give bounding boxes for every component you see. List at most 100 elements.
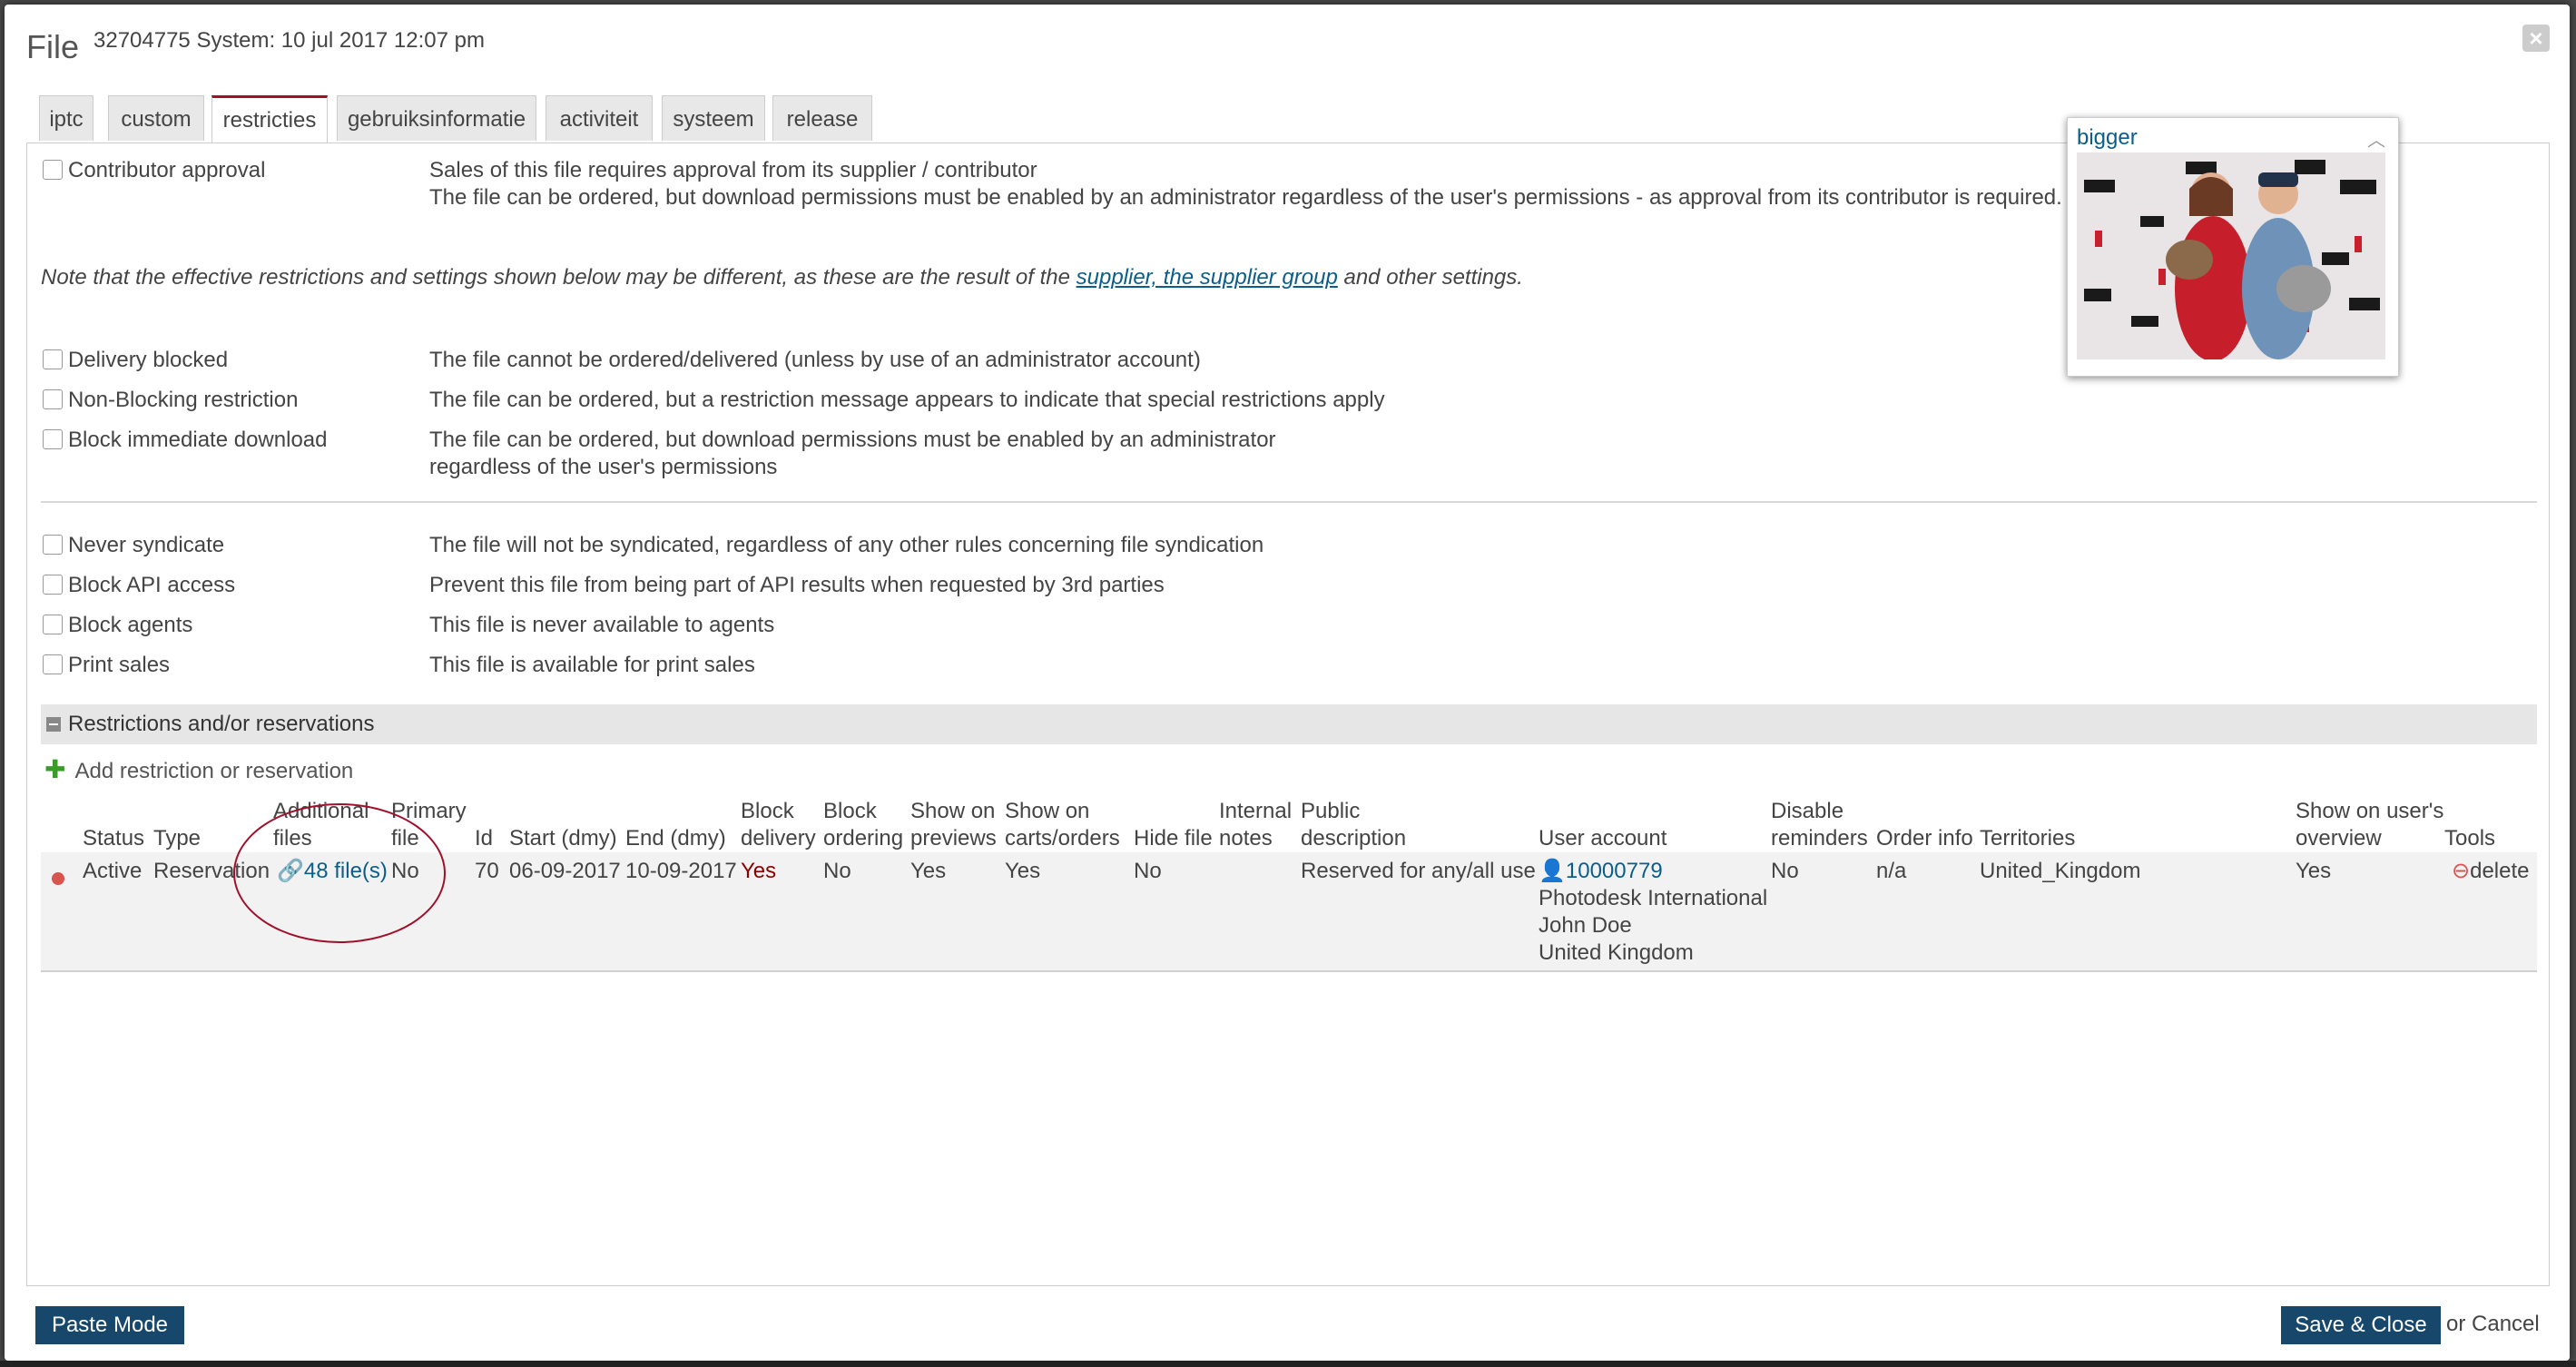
section-title: Restrictions and/or reservations [68,712,375,736]
block-api-checkbox[interactable] [43,575,63,595]
contributor-approval-desc-2: The file can be ordered, but download pe… [429,185,2062,210]
collapse-icon[interactable] [46,717,61,732]
col-show-user-overview: Show on user's [2296,799,2444,823]
tab-release[interactable]: release [772,95,872,141]
row-show-user-overview: Yes [2296,859,2332,883]
preview-photo[interactable] [2077,152,2385,359]
block-download-desc-2: regardless of the user's permissions [429,455,778,479]
paste-mode-button[interactable]: Paste Mode [35,1306,184,1344]
col-show-previews: Show on [910,799,996,823]
col-block-delivery: Block [741,799,794,823]
delivery-blocked-desc: The file cannot be ordered/delivered (un… [429,348,1201,372]
user-account-link[interactable]: 10000779 [1566,859,1663,883]
plus-icon: ✚ [44,755,66,783]
row-order-info: n/a [1876,859,1907,883]
row-id: 70 [475,859,499,883]
delivery-blocked-checkbox[interactable] [43,349,63,369]
block-api-row: Block API access [43,572,235,599]
print-sales-desc: This file is available for print sales [429,653,755,677]
tab-custom[interactable]: custom [108,95,204,141]
row-territories: United_Kingdom [1980,859,2141,883]
row-public-description: Reserved for any/all use [1301,859,1536,883]
add-restriction-link[interactable]: ✚ Add restriction or reservation [44,754,353,784]
supplier-group-link[interactable]: supplier, the supplier group [1077,265,1338,290]
note-text-end: and other settings. [1337,265,1523,290]
delivery-blocked-label: Delivery blocked [68,348,229,372]
contributor-approval-checkbox[interactable] [43,160,63,180]
user-country: United Kingdom [1539,940,1694,965]
block-download-label: Block immediate download [68,428,328,452]
block-agents-label: Block agents [68,613,193,637]
block-download-checkbox[interactable] [43,429,63,449]
col-public-description: Public [1301,799,1361,823]
col-internal-notes-2: notes [1219,826,1273,851]
col-public-description-2: description [1301,826,1407,851]
col-territories: Territories [1980,826,2076,851]
never-syndicate-row: Never syndicate [43,532,224,559]
col-type: Type [153,826,202,851]
dialog-title: File [26,28,80,65]
col-hide-file: Hide file [1134,826,1213,851]
col-start: Start (dmy) [509,826,617,851]
non-blocking-checkbox[interactable] [43,389,63,409]
block-api-label: Block API access [68,573,236,597]
divider [41,501,2537,503]
delete-button[interactable]: ⊖delete [2452,858,2530,885]
block-download-row: Block immediate download [43,427,327,454]
col-order-info: Order info [1876,826,1973,851]
non-blocking-label: Non-Blocking restriction [68,388,299,412]
close-icon[interactable]: × [2522,25,2550,52]
col-show-user-overview-2: overview [2296,826,2382,851]
tab-gebruiksinformatie[interactable]: gebruiksinformatie [337,95,536,141]
row-user-account: 👤10000779 [1539,858,1663,885]
contributor-approval-row: Contributor approval [43,157,265,184]
col-id: Id [475,826,494,851]
delete-icon: ⊖ [2452,859,2471,883]
col-block-ordering-2: ordering [823,826,904,851]
row-disable-reminders: No [1771,859,1799,883]
annotation-circle [233,803,446,943]
col-disable-reminders: Disable [1771,799,1844,823]
col-tools: Tools [2444,826,2496,851]
delete-label: delete [2470,859,2530,883]
never-syndicate-label: Never syndicate [68,533,225,557]
row-show-carts: Yes [1005,859,1041,883]
never-syndicate-checkbox[interactable] [43,535,63,555]
print-sales-row: Print sales [43,652,170,679]
non-blocking-row: Non-Blocking restriction [43,387,298,414]
col-show-carts: Show on [1005,799,1090,823]
effective-restrictions-note: Note that the effective restrictions and… [41,265,1523,290]
col-status: Status [83,826,145,851]
file-id-system-date: 32704775 System: 10 jul 2017 12:07 pm [93,28,485,53]
row-show-previews: Yes [910,859,947,883]
col-user-account: User account [1539,826,1667,851]
print-sales-label: Print sales [68,653,171,677]
tab-iptc[interactable]: iptc [39,95,93,141]
row-status: Active [83,859,143,883]
tab-restricties[interactable]: restricties [211,95,328,143]
print-sales-checkbox[interactable] [43,654,63,674]
tab-activiteit[interactable]: activiteit [546,95,653,141]
status-dot [52,865,64,892]
cancel-link[interactable]: or Cancel [2446,1312,2540,1337]
block-agents-checkbox[interactable] [43,615,63,634]
add-restriction-label: Add restriction or reservation [74,759,354,783]
chevron-up-icon[interactable]: ︿ [2367,125,2385,152]
non-blocking-desc: The file can be ordered, but a restricti… [429,388,1385,412]
row-start: 06-09-2017 [509,859,621,883]
bigger-link[interactable]: bigger [2077,125,2138,151]
col-block-ordering: Block [823,799,877,823]
row-end: 10-09-2017 [625,859,737,883]
note-text: Note that the effective restrictions and… [41,265,1077,290]
image-preview-popup: bigger ︿ [2067,117,2399,377]
tab-systeem[interactable]: systeem [662,95,765,141]
block-agents-row: Block agents [43,612,192,639]
block-api-desc: Prevent this file from being part of API… [429,573,1165,597]
file-dialog: File 32704775 System: 10 jul 2017 12:07 … [5,5,2570,1361]
never-syndicate-desc: The file will not be syndicated, regardl… [429,533,1264,557]
contributor-approval-desc: Sales of this file requires approval fro… [429,158,1037,182]
save-close-button[interactable]: Save & Close [2281,1306,2441,1344]
restrictions-section-header[interactable]: Restrictions and/or reservations [41,704,2537,744]
col-show-carts-2: carts/orders [1005,826,1120,851]
col-show-previews-2: previews [910,826,997,851]
